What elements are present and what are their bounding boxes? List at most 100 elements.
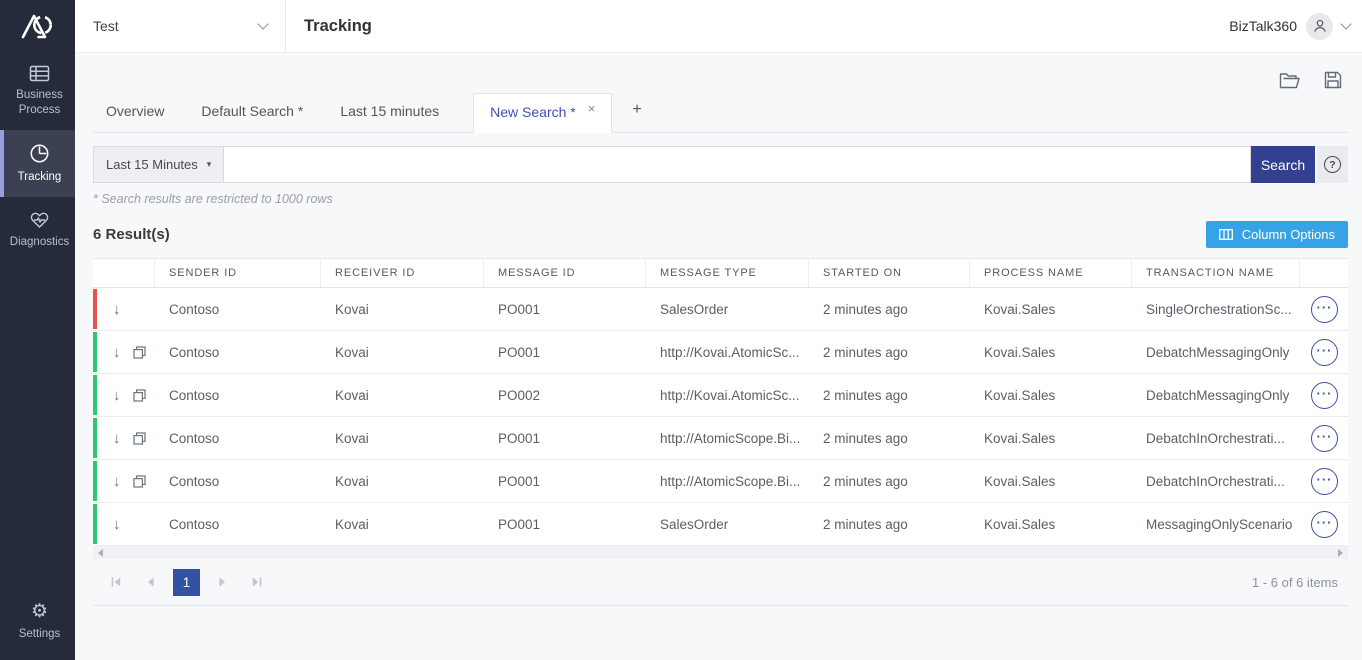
row-actions-button[interactable]: ··· [1310,510,1338,538]
tab-label: Overview [106,103,165,119]
table-row[interactable]: ↓ Contoso Kovai PO001 SalesOrder 2 minutes ag… [93,503,1348,546]
row-cell-transaction-name: DebatchMessagingOnly [1146,387,1290,403]
row-actions-button[interactable]: ··· [1310,424,1338,452]
question-icon: ? [1324,156,1341,173]
column-header[interactable]: SENDER ID [155,259,321,287]
previous-page-button[interactable] [138,569,164,595]
atomicscope-logo-icon [0,0,75,52]
column-header[interactable]: RECEIVER ID [321,259,484,287]
row-cell-process-name: Kovai.Sales [984,387,1056,403]
status-bar [93,461,97,501]
sidebar-item-diagnostics[interactable]: Diagnostics [0,197,75,262]
column-header[interactable]: MESSAGE TYPE [646,259,809,287]
table-row[interactable]: ↓ Contoso Kovai PO001 http://AtomicScope.Bi.… [93,417,1348,460]
search-help-button[interactable]: ? [1317,146,1348,183]
save-search-icon[interactable] [1324,71,1342,89]
row-actions-button[interactable]: ··· [1310,467,1338,495]
open-search-icon[interactable] [1279,72,1300,89]
row-cell-message-id: PO002 [498,387,541,403]
sidebar-item-tracking[interactable]: Tracking [0,129,75,197]
row-cell-message-type: http://Kovai.AtomicSc... [660,344,800,360]
expand-arrow-icon: ↓ [113,473,121,489]
tab-new-search[interactable]: New Search * × [473,93,613,133]
status-bar [93,289,97,329]
sidebar: Business Process Tracking Diagnostics ⚙ … [0,0,75,660]
table-row[interactable]: ↓ Contoso Kovai PO001 SalesOrder 2 minutes ag… [93,288,1348,331]
row-cell-message-type: SalesOrder [660,516,729,532]
status-bar [93,375,97,415]
grid-body: ↓ Contoso Kovai PO001 SalesOrder 2 minutes ag… [93,288,1348,546]
search-bar: Last 15 Minutes ▾ Search ? [93,146,1348,183]
row-cell-sender-id: Contoso [169,473,220,489]
column-header-status [93,259,155,287]
search-query-input[interactable] [224,147,1250,182]
row-actions-button[interactable]: ··· [1310,295,1338,323]
row-actions: ··· [1300,295,1348,323]
time-filter-label: Last 15 Minutes [106,157,198,172]
sidebar-item-business-process[interactable]: Business Process [0,52,75,130]
row-cell-message-id: PO001 [498,516,541,532]
row-cell-process-name: Kovai.Sales [984,301,1056,317]
column-options-button[interactable]: Column Options [1205,221,1348,248]
tab-last-15-minutes[interactable]: Last 15 minutes [337,103,442,132]
user-menu[interactable]: BizTalk360 [1229,12,1352,40]
row-cell-sender-id: Contoso [169,301,220,317]
column-header[interactable]: MESSAGE ID [484,259,646,287]
copy-icon [132,431,146,445]
table-row[interactable]: ↓ Contoso Kovai PO001 http://AtomicScope.Bi.… [93,460,1348,503]
row-cell-transaction-name: SingleOrchestrationSc... [1146,301,1292,317]
row-cell-transaction-name: DebatchInOrchestrati... [1146,430,1285,446]
environment-selector[interactable]: Test [75,0,286,52]
table-row[interactable]: ↓ Contoso Kovai PO002 http://Kovai.AtomicSc.… [93,374,1348,417]
row-icons: ↓ [93,431,155,446]
search-button[interactable]: Search [1251,146,1315,183]
row-cell-started-on: 2 minutes ago [823,516,908,532]
row-cell-transaction-name: DebatchMessagingOnly [1146,344,1290,360]
row-cell-started-on: 2 minutes ago [823,387,908,403]
tab-default-search[interactable]: Default Search * [198,103,306,132]
sidebar-item-label: Diagnostics [9,235,70,248]
gear-icon: ⚙ [30,601,49,623]
row-icons: ↓ [93,345,155,360]
table-row[interactable]: ↓ Contoso Kovai PO001 http://Kovai.AtomicSc.… [93,331,1348,374]
row-actions: ··· [1300,510,1348,538]
tracking-content: Overview Default Search * Last 15 minute… [75,53,1362,660]
expand-arrow-icon: ↓ [113,430,121,446]
status-bar [93,504,97,544]
column-header[interactable]: STARTED ON [809,259,970,287]
scroll-left-icon[interactable] [98,548,103,557]
row-cell-message-id: PO001 [498,344,541,360]
avatar[interactable] [1306,12,1333,40]
column-header[interactable]: TRANSACTION NAME [1132,259,1300,287]
row-actions: ··· [1300,424,1348,452]
row-cell-process-name: Kovai.Sales [984,344,1056,360]
last-page-button[interactable] [244,569,270,595]
column-header[interactable]: PROCESS NAME [970,259,1132,287]
row-cell-message-type: http://AtomicScope.Bi... [660,430,801,446]
next-page-button[interactable] [209,569,235,595]
row-cell-started-on: 2 minutes ago [823,430,908,446]
close-tab-icon[interactable]: × [588,102,596,115]
row-cell-transaction-name: DebatchInOrchestrati... [1146,473,1285,489]
row-cell-message-id: PO001 [498,301,541,317]
first-page-button[interactable] [103,569,129,595]
columns-icon [1218,229,1233,240]
results-header: 6 Result(s) Column Options [93,221,1348,248]
column-options-label: Column Options [1241,227,1335,242]
tab-overview[interactable]: Overview [103,103,167,132]
row-cell-receiver-id: Kovai [335,473,369,489]
row-actions-button[interactable]: ··· [1310,381,1338,409]
time-filter-dropdown[interactable]: Last 15 Minutes ▾ [94,147,225,182]
search-input-group: Last 15 Minutes ▾ [93,146,1251,183]
row-cell-receiver-id: Kovai [335,301,369,317]
row-actions: ··· [1300,381,1348,409]
horizontal-scrollbar[interactable] [93,546,1348,559]
scroll-right-icon[interactable] [1338,548,1343,557]
current-page-button[interactable]: 1 [173,568,200,596]
row-cell-process-name: Kovai.Sales [984,516,1056,532]
sidebar-item-settings[interactable]: ⚙ Settings [0,589,75,654]
add-tab-button[interactable]: + [626,101,647,132]
environment-name: Test [93,18,119,34]
row-actions-button[interactable]: ··· [1310,338,1338,366]
business-process-icon [6,65,73,82]
